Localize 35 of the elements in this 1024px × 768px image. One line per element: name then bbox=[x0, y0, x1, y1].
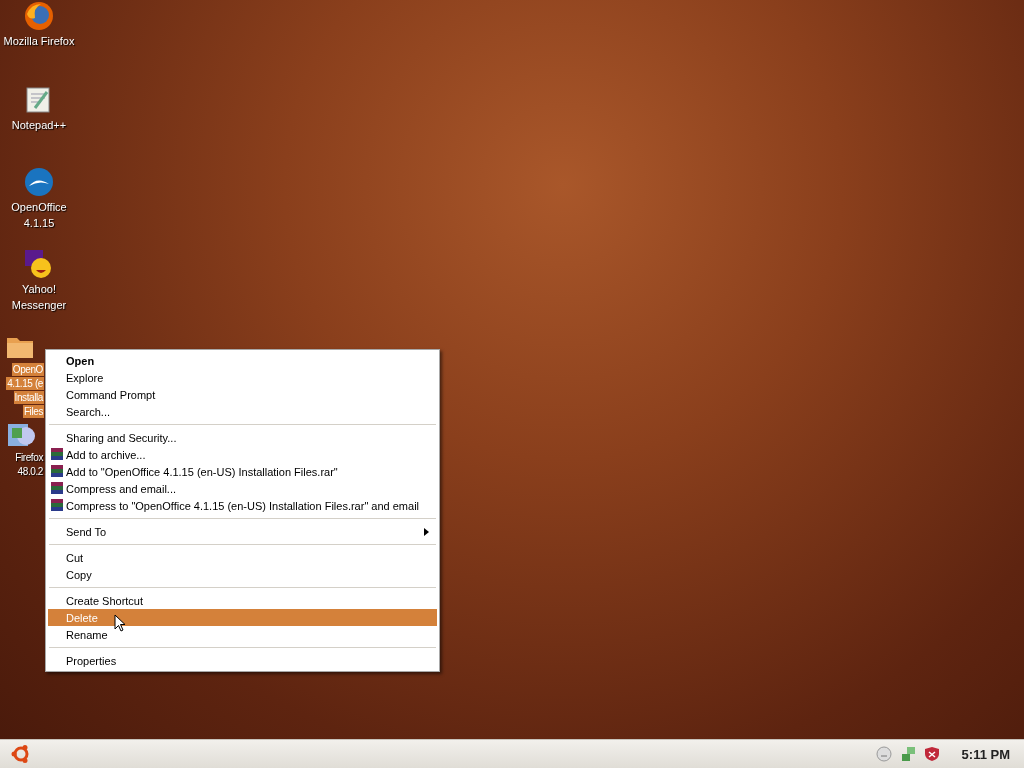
menu-item[interactable]: Cut bbox=[48, 549, 437, 566]
menu-item[interactable]: Compress to "OpenOffice 4.1.15 (en-US) Installation Files.rar" and email bbox=[48, 497, 437, 514]
icon-label[interactable]: Messenger bbox=[10, 299, 68, 312]
menu-item[interactable]: Explore bbox=[48, 369, 437, 386]
archive-icon bbox=[50, 464, 64, 478]
menu-item[interactable]: Add to "OpenOffice 4.1.15 (en-US) Installation Files.rar" bbox=[48, 463, 437, 480]
menu-item[interactable]: Rename bbox=[48, 626, 437, 643]
menu-item[interactable]: Open bbox=[48, 352, 437, 369]
clock[interactable]: 5:11 PM bbox=[961, 746, 1010, 762]
icon-label[interactable]: Firefox bbox=[14, 451, 44, 464]
openoffice-icon bbox=[23, 166, 55, 198]
network-tray-icon[interactable] bbox=[899, 746, 916, 762]
submenu-arrow-icon bbox=[424, 528, 429, 536]
icon-label[interactable]: Yahoo! bbox=[20, 283, 58, 296]
menu-item[interactable]: Send To bbox=[48, 523, 437, 540]
archive-icon bbox=[50, 498, 64, 512]
menu-item[interactable]: Create Shortcut bbox=[48, 592, 437, 609]
menu-item[interactable]: Properties bbox=[48, 652, 437, 669]
messenger-tray-icon[interactable] bbox=[875, 746, 892, 762]
shield-icon[interactable] bbox=[923, 746, 940, 762]
menu-item[interactable]: Compress and email... bbox=[48, 480, 437, 497]
icon-label[interactable]: 48.0.2 bbox=[16, 465, 44, 478]
archive-icon bbox=[50, 481, 64, 495]
icon-label[interactable]: Notepad++ bbox=[10, 119, 68, 132]
icon-label[interactable]: OpenOffice bbox=[10, 201, 68, 214]
menu-item[interactable]: Copy bbox=[48, 566, 437, 583]
menu-item[interactable]: Sharing and Security... bbox=[48, 429, 437, 446]
menu-item[interactable]: Search... bbox=[48, 403, 437, 420]
menu-item[interactable]: Add to archive... bbox=[48, 446, 437, 463]
icon-label[interactable]: 4.1.15 bbox=[22, 217, 56, 230]
cursor-icon bbox=[114, 614, 126, 632]
archive-icon bbox=[50, 447, 64, 461]
menu-item[interactable]: Command Prompt bbox=[48, 386, 437, 403]
firefox-icon bbox=[23, 0, 55, 32]
icon-label[interactable]: Mozilla Firefox bbox=[2, 35, 76, 48]
